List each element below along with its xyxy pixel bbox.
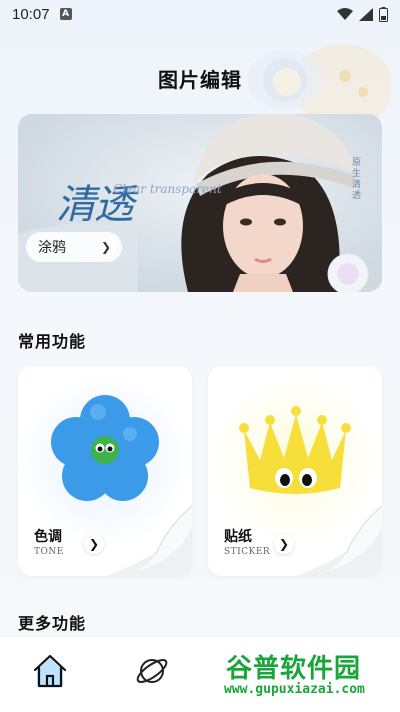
banner-vertical-text: 原生清透 — [352, 158, 362, 201]
banner-script-text: Clear transparent — [113, 182, 222, 196]
signal-icon — [359, 7, 373, 21]
watermark-name: 谷普软件园 — [226, 654, 362, 684]
chevron-right-icon[interactable]: ❯ — [84, 534, 104, 554]
nav-explore[interactable] — [130, 649, 174, 693]
watermark: 谷普软件园 www.gupuxiazai.com — [220, 644, 396, 704]
status-bar: 10:07 A — [0, 0, 400, 28]
status-time: 10:07 — [12, 5, 50, 23]
page-title: 图片编辑 — [158, 68, 242, 92]
page-curl-icon — [296, 506, 382, 576]
tone-card-subtitle: TONE — [34, 547, 64, 557]
notification-icon: A — [59, 8, 72, 20]
chevron-right-icon: ❯ — [96, 237, 116, 257]
sticker-card[interactable]: 贴纸 STICKER ❯ — [208, 366, 382, 576]
tone-card-title: 色调 — [34, 529, 62, 545]
battery-icon — [379, 6, 388, 22]
planet-icon — [136, 659, 168, 683]
status-icons — [337, 6, 388, 22]
graffiti-button-label: 涂鸦 — [38, 240, 66, 256]
banner-title: 清透 — [56, 182, 134, 228]
sticker-card-subtitle: STICKER — [224, 547, 271, 557]
crown-icon — [239, 406, 351, 494]
section-title-more: 更多功能 — [18, 614, 87, 633]
section-title-common: 常用功能 — [18, 332, 87, 351]
home-icon — [33, 654, 67, 688]
graffiti-button[interactable]: 涂鸦 ❯ — [26, 232, 122, 262]
flower-icon — [51, 395, 159, 501]
sticker-card-title: 贴纸 — [224, 529, 252, 545]
tone-card[interactable]: 色调 TONE ❯ — [18, 366, 192, 576]
wifi-icon — [337, 7, 353, 20]
graffiti-banner[interactable]: 清透 Clear transparent 原生清透 涂鸦 ❯ — [18, 114, 382, 292]
chevron-right-icon[interactable]: ❯ — [274, 534, 294, 554]
nav-home[interactable] — [28, 649, 72, 693]
watermark-url: www.gupuxiazai.com — [224, 682, 365, 697]
page-curl-icon — [106, 506, 192, 576]
